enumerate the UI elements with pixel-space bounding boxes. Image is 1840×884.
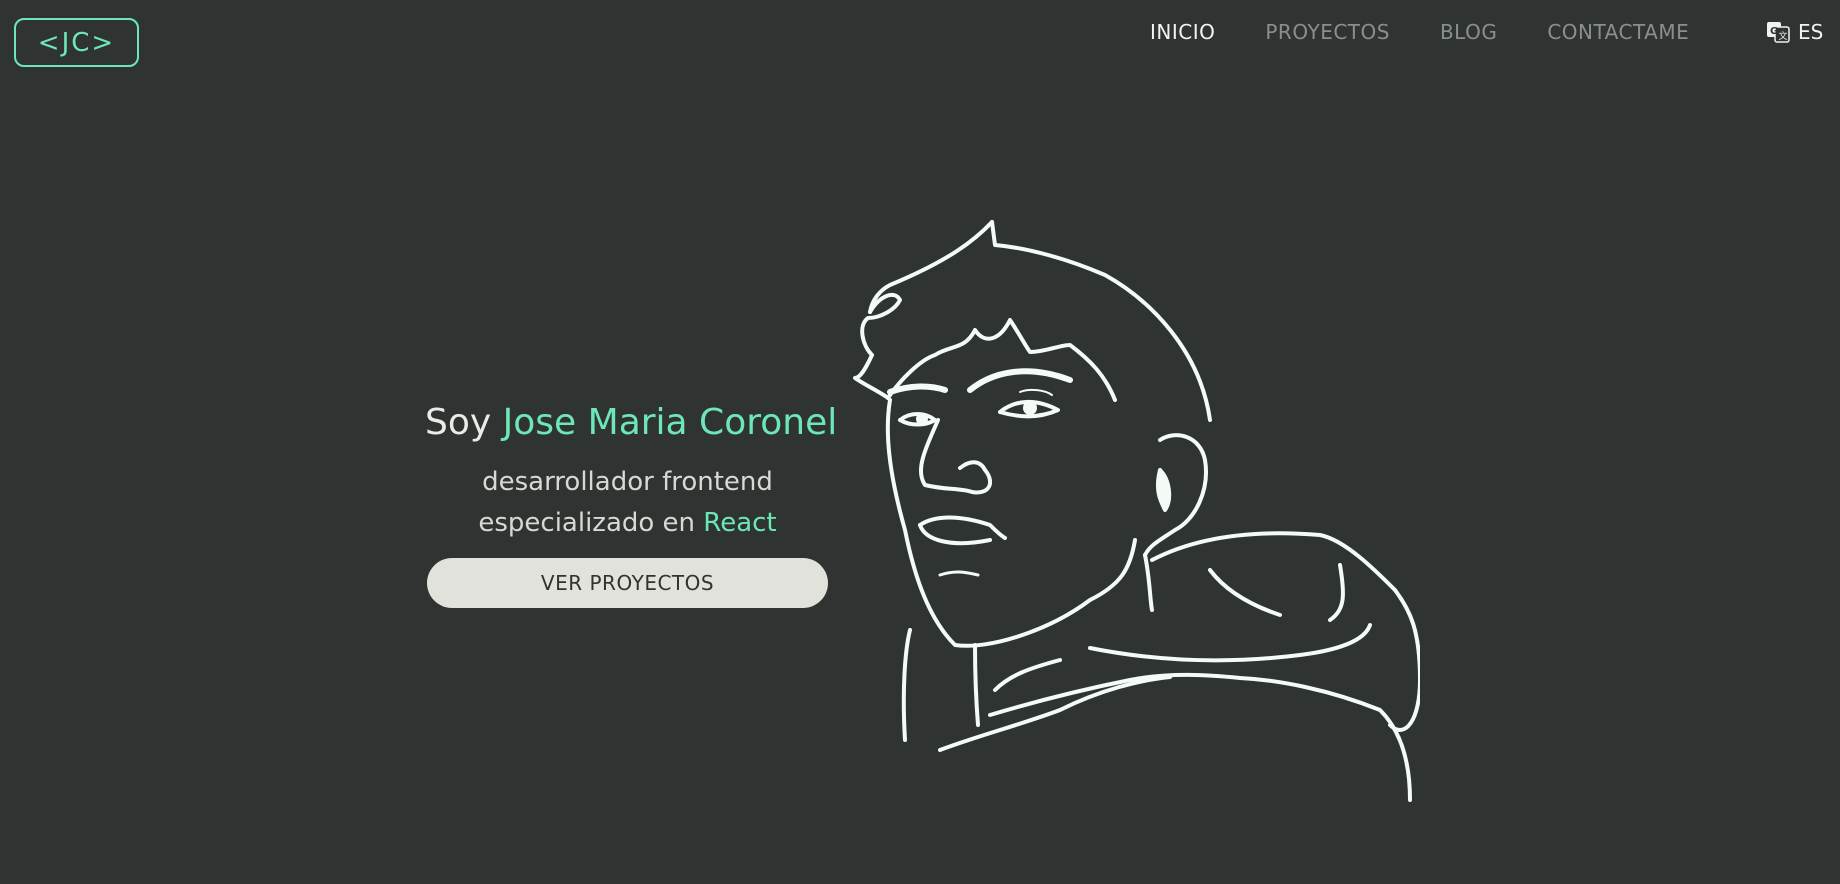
logo[interactable]: <JC> <box>14 18 139 67</box>
language-switcher[interactable]: G 文 ES <box>1766 20 1823 44</box>
nav-item-contactame[interactable]: CONTACTAME <box>1547 20 1689 44</box>
role-line-1: desarrollador frontend <box>482 467 773 497</box>
view-projects-button[interactable]: VER PROYECTOS <box>427 558 828 608</box>
portrait-illustration <box>853 220 1420 802</box>
landing-page: <JC> INICIO PROYECTOS BLOG CONTACTAME G … <box>0 0 1840 884</box>
svg-text:文: 文 <box>1779 30 1788 42</box>
hero-name: Jose Maria Coronel <box>502 402 838 443</box>
hero-title: Soy Jose Maria Coronel <box>425 398 837 448</box>
hero-subtitle: desarrollador frontend especializado en … <box>425 462 830 544</box>
nav-item-proyectos[interactable]: PROYECTOS <box>1265 20 1390 44</box>
nav-item-inicio[interactable]: INICIO <box>1150 20 1215 44</box>
role-line-2: especializado en <box>478 508 696 538</box>
language-label: ES <box>1798 20 1824 44</box>
nav-item-blog[interactable]: BLOG <box>1440 20 1497 44</box>
main-nav: INICIO PROYECTOS BLOG CONTACTAME <box>1150 20 1689 44</box>
translate-icon: G 文 <box>1766 20 1790 44</box>
role-tech: React <box>703 508 777 538</box>
svg-text:G: G <box>1770 26 1778 37</box>
greeting-text: Soy <box>425 402 492 443</box>
hero-section: Soy Jose Maria Coronel desarrollador fro… <box>425 398 837 608</box>
